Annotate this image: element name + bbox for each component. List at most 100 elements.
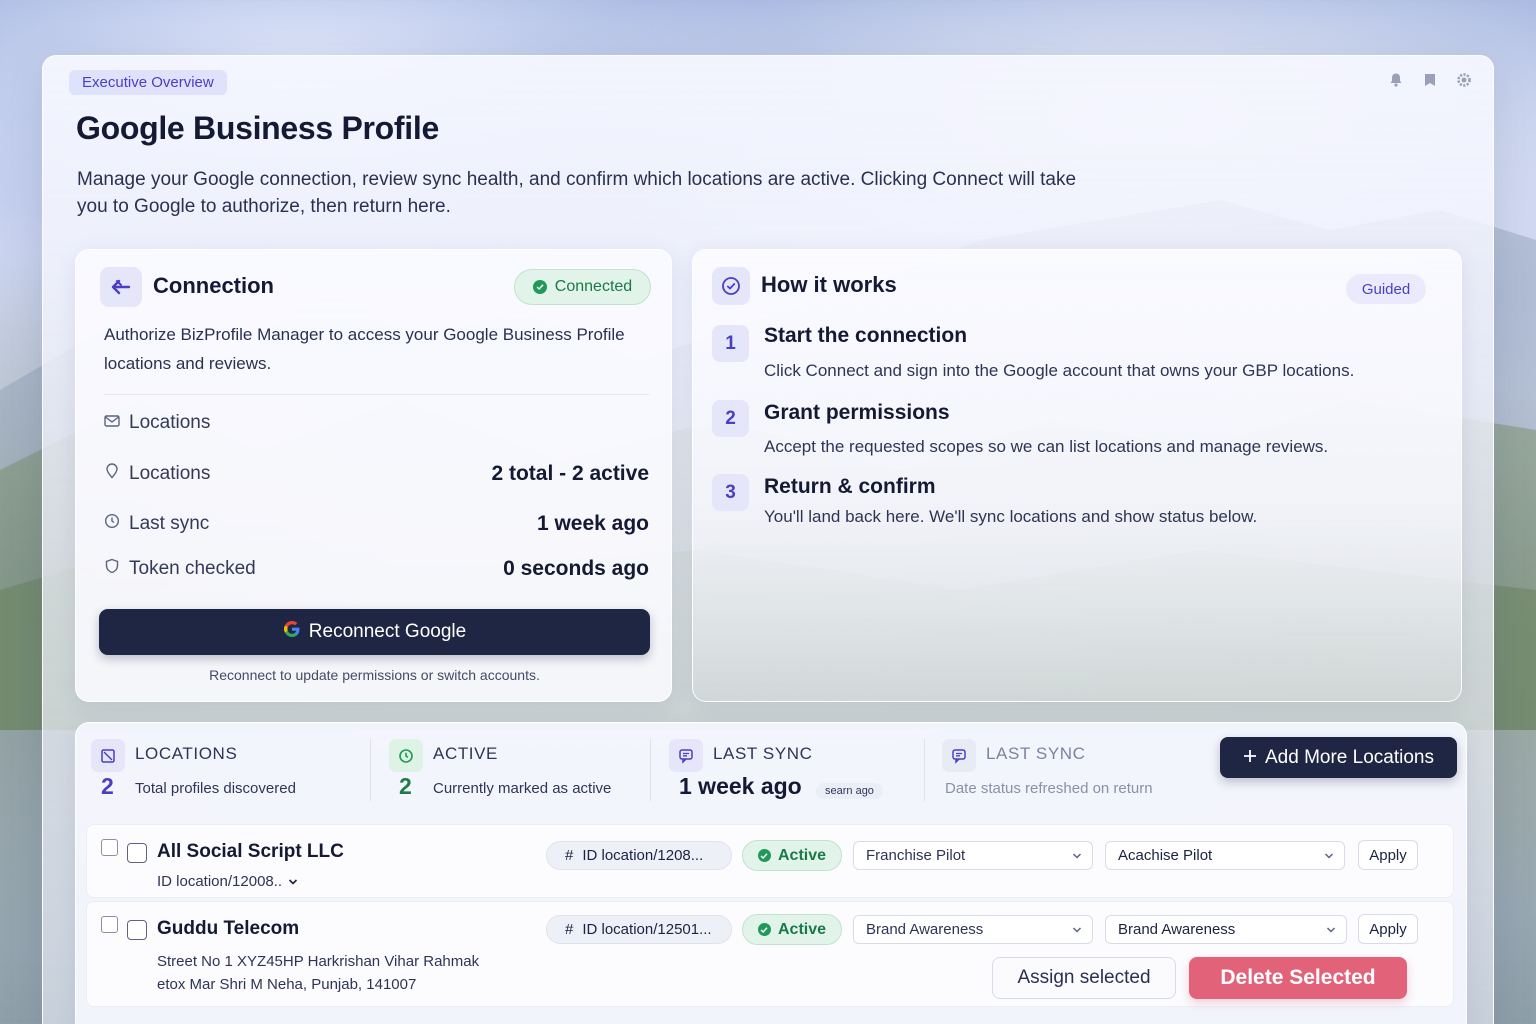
stat-divider	[924, 739, 925, 801]
select-value: Franchise Pilot	[866, 847, 966, 864]
reconnect-note: Reconnect to update permissions or switc…	[209, 667, 540, 683]
chat-icon	[669, 739, 703, 772]
step-description: Click Connect and sign into the Google a…	[764, 361, 1355, 380]
mail-icon	[104, 412, 120, 434]
reconnect-google-button[interactable]: Reconnect Google	[99, 609, 650, 655]
campaign-select-1[interactable]: Brand Awareness	[853, 915, 1093, 944]
check-icon	[757, 849, 771, 862]
step-title: Start the connection	[764, 324, 968, 347]
stat-subtitle: searn ago	[816, 783, 883, 799]
select-value: Brand Awareness	[866, 921, 984, 938]
stat-number: 2	[399, 773, 412, 799]
how-it-works-title: How it works	[761, 272, 897, 297]
campaign-select-2[interactable]: Brand Awareness	[1105, 915, 1347, 944]
reconnect-label: Reconnect Google	[308, 621, 467, 642]
step-title: Return & confirm	[764, 475, 936, 498]
step-number: 2	[712, 400, 749, 437]
add-more-locations-button[interactable]: Add More Locations	[1220, 737, 1457, 778]
bell-icon[interactable]	[1388, 72, 1406, 90]
campaign-select-2[interactable]: Acachise Pilot	[1105, 841, 1345, 870]
locations-panel: LOCATIONS 2 Total profiles discovered AC…	[75, 722, 1467, 1024]
row-value: 0 seconds ago	[503, 557, 649, 580]
step-title: Grant permissions	[764, 401, 950, 424]
location-address-line-2: etox Mar Shri M Neha, Punjab, 141007	[157, 976, 417, 993]
gear-icon[interactable]	[1456, 72, 1474, 90]
connection-row-locations: Locations 2 total - 2 active	[104, 462, 649, 486]
shield-icon	[104, 558, 120, 580]
connection-status-badge: Connected	[514, 269, 651, 305]
bookmark-icon[interactable]	[1422, 72, 1440, 90]
top-icon-bar	[1388, 72, 1474, 90]
guided-badge: Guided	[1346, 274, 1426, 304]
page-title: Google Business Profile	[76, 110, 439, 146]
chevron-down-icon	[1326, 921, 1336, 938]
stat-subtitle: Currently marked as active	[433, 780, 612, 797]
select-value: Brand Awareness	[1118, 921, 1236, 938]
stat-label: ACTIVE	[433, 744, 499, 763]
map-pin-icon	[104, 463, 120, 485]
page-description: Manage your Google connection, review sy…	[77, 169, 1077, 217]
campaign-select-1[interactable]: Franchise Pilot	[853, 841, 1093, 870]
chevron-down-icon	[1324, 847, 1334, 864]
row-label: Locations	[129, 463, 211, 484]
location-id-value: ID location/1208...	[582, 847, 704, 864]
location-name: All Social Script LLC	[157, 841, 344, 862]
location-id-pill[interactable]: # ID location/12501...	[546, 915, 732, 944]
location-id-dropdown[interactable]: ID location/12008..	[157, 873, 298, 890]
check-circle-icon	[712, 267, 750, 305]
divider	[104, 394, 649, 395]
location-checkbox[interactable]	[127, 920, 147, 940]
google-logo-icon	[283, 620, 301, 644]
breadcrumb[interactable]: Executive Overview	[69, 70, 227, 95]
location-row: All Social Script LLC ID location/12008.…	[86, 824, 1454, 898]
row-label: Locations	[129, 412, 211, 433]
location-address-line-1: Street No 1 XYZ45HP Harkrishan Vihar Rah…	[157, 953, 480, 970]
chat-icon	[942, 739, 976, 772]
apply-button[interactable]: Apply	[1358, 914, 1418, 944]
stat-label: LOCATIONS	[135, 744, 238, 763]
delete-selected-button[interactable]: Delete Selected	[1189, 957, 1407, 999]
hash-icon: #	[565, 847, 574, 864]
connection-row-last-sync: Last sync 1 week ago	[104, 512, 649, 536]
hash-icon: #	[565, 921, 574, 938]
step-description: Accept the requested scopes so we can li…	[764, 437, 1329, 456]
connection-title: Connection	[153, 273, 274, 298]
select-value: Acachise Pilot	[1118, 847, 1213, 864]
connection-status-label: Connected	[554, 278, 633, 295]
location-checkbox[interactable]	[127, 843, 147, 863]
stat-divider	[650, 739, 651, 801]
row-label: Last sync	[129, 513, 210, 534]
clock-icon	[104, 513, 120, 535]
connection-row-token-checked: Token checked 0 seconds ago	[104, 557, 649, 581]
location-name: Guddu Telecom	[157, 918, 300, 939]
status-badge: Active	[742, 914, 842, 945]
chevron-down-icon	[288, 873, 298, 890]
check-icon	[532, 280, 547, 294]
row-select-checkbox[interactable]	[101, 916, 118, 933]
plug-arrow-icon	[100, 267, 142, 307]
add-more-label: Add More Locations	[1265, 746, 1434, 768]
row-value: 2 total - 2 active	[491, 462, 649, 485]
check-icon	[757, 923, 771, 936]
stat-subtitle: Date status refreshed on return	[945, 780, 1153, 797]
assign-selected-button[interactable]: Assign selected	[992, 957, 1176, 999]
stat-number: 2	[101, 773, 114, 799]
stat-subtitle: Total profiles discovered	[135, 780, 296, 797]
row-label: Token checked	[129, 558, 256, 579]
stat-label: LAST SYNC	[986, 744, 1086, 763]
location-id-label: ID location/12008..	[157, 873, 283, 890]
step-description: You'll land back here. We'll sync locati…	[764, 507, 1258, 526]
clock-icon	[389, 739, 423, 772]
step-number: 3	[712, 474, 749, 511]
chevron-down-icon	[1072, 921, 1082, 938]
status-label: Active	[777, 920, 827, 938]
stat-divider	[370, 739, 371, 801]
location-id-value: ID location/12501...	[582, 921, 712, 938]
how-it-works-card: How it works Guided 1 Start the connecti…	[692, 249, 1462, 702]
connection-card: Connection Connected Authorize BizProfil…	[75, 249, 672, 702]
plus-icon	[1243, 747, 1257, 769]
stat-label: LAST SYNC	[713, 744, 813, 763]
location-id-pill[interactable]: # ID location/1208...	[546, 841, 732, 870]
apply-button[interactable]: Apply	[1358, 840, 1418, 870]
row-select-checkbox[interactable]	[101, 839, 118, 856]
